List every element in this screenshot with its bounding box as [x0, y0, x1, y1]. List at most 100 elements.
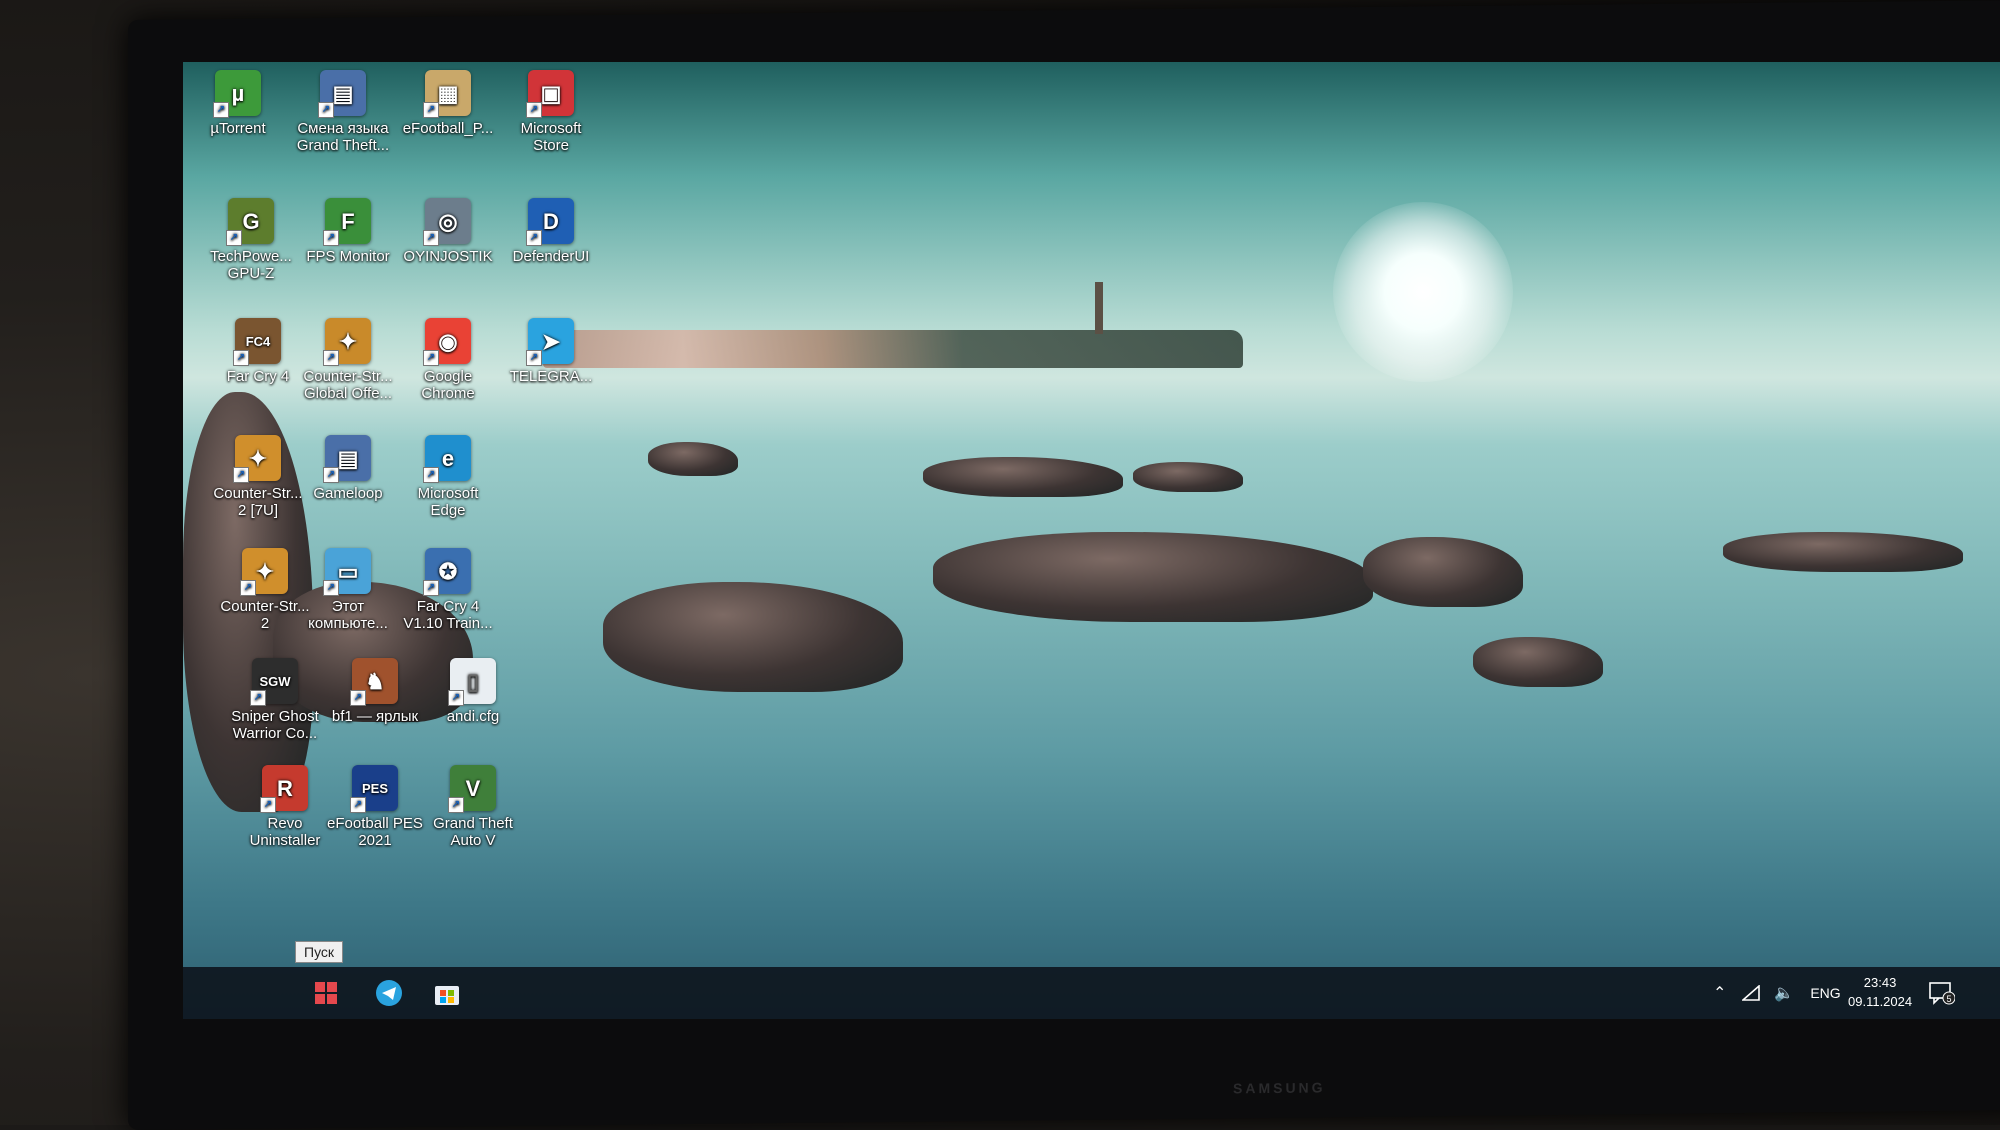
revo-uninstaller-icon: R ↗: [260, 765, 308, 813]
desktop-icon[interactable]: ◉ ↗ Google Chrome: [398, 318, 498, 428]
volume-icon[interactable]: 🔈: [1774, 983, 1794, 1003]
desktop-icon[interactable]: PES ↗ eFootball PES 2021: [325, 765, 425, 875]
desktop-icon-label: Google Chrome: [421, 368, 475, 402]
gpu-z-icon: G ↗: [226, 198, 274, 246]
desktop-icon[interactable]: R ↗ Revo Uninstaller: [235, 765, 335, 875]
desktop-icon[interactable]: ▣ ↗ Microsoft Store: [501, 70, 601, 180]
pes-2021-icon: PES ↗: [350, 765, 398, 813]
desktop-icon-label: Gameloop: [313, 485, 383, 502]
clock-time: 23:43: [1863, 975, 1897, 990]
desktop-icon-label: DefenderUI: [512, 248, 590, 265]
desktop-icon-label: eFootball PES 2021: [327, 815, 423, 849]
network-icon[interactable]: [1742, 985, 1761, 1001]
shortcut-arrow-icon: ↗: [233, 467, 249, 483]
shortcut-arrow-icon: ↗: [260, 797, 276, 813]
notification-icon: 5: [1929, 982, 1955, 1005]
wallpaper-rock: [1363, 537, 1523, 607]
desktop-icon-label: Far Cry 4: [226, 368, 290, 385]
system-tray: ⌃ 🔈 ENG: [1713, 967, 1861, 1019]
wallpaper-rock: [1133, 462, 1243, 492]
desktop-icon[interactable]: e ↗ Microsoft Edge: [398, 435, 498, 545]
shortcut-arrow-icon: ↗: [226, 230, 242, 246]
sniper-ghost-icon: SGW ↗: [250, 658, 298, 706]
desktop-icon[interactable]: ▤ ↗ Смена языка Grand Theft...: [293, 70, 393, 180]
desktop-icon-label: Sniper Ghost Warrior Co...: [231, 708, 319, 742]
desktop-icon[interactable]: ♞ ↗ bf1 — ярлык: [325, 658, 425, 768]
desktop-icon-label: Revo Uninstaller: [249, 815, 321, 849]
taskbar: ⌃ 🔈 ENG 23:43 09.11.2024 5: [183, 967, 2000, 1019]
this-pc-icon: ▭ ↗: [323, 548, 371, 596]
shortcut-arrow-icon: ↗: [213, 102, 229, 118]
shortcut-arrow-icon: ↗: [323, 230, 339, 246]
shortcut-arrow-icon: ↗: [318, 102, 334, 118]
shortcut-arrow-icon: ↗: [423, 580, 439, 596]
shortcut-arrow-icon: ↗: [350, 690, 366, 706]
clock-date: 09.11.2024: [1848, 994, 1913, 1009]
utorrent-icon: µ ↗: [213, 70, 261, 118]
chevron-up-icon[interactable]: ⌃: [1713, 983, 1726, 1003]
desktop-icon[interactable]: ✦ ↗ Counter-Str... 2 [7U]: [208, 435, 308, 545]
shortcut-arrow-icon: ↗: [448, 797, 464, 813]
trainer-icon: ✪ ↗: [423, 548, 471, 596]
desktop-icon-label: Counter-Str... Global Offe...: [303, 368, 393, 402]
shortcut-arrow-icon: ↗: [526, 102, 542, 118]
wallpaper-rock: [923, 457, 1123, 497]
notification-count: 5: [1946, 994, 1951, 1004]
notification-center-button[interactable]: 5: [1923, 975, 1961, 1011]
language-indicator[interactable]: ENG: [1810, 985, 1840, 1001]
desktop-icon[interactable]: ✪ ↗ Far Cry 4 V1.10 Train...: [398, 548, 498, 658]
desktop-icon-label: Counter-Str... 2 [7U]: [213, 485, 303, 519]
desktop-icon[interactable]: ▤ ↗ Gameloop: [298, 435, 398, 545]
shortcut-arrow-icon: ↗: [250, 690, 266, 706]
desktop-icon[interactable]: ✦ ↗ Counter-Str... Global Offe...: [298, 318, 398, 428]
gta-v-icon: V ↗: [448, 765, 496, 813]
desktop-screen: µ ↗ µTorrent ▤ ↗ Смена языка Grand Theft... ▦ ↗…: [183, 62, 2000, 1019]
taskbar-clock[interactable]: 23:43 09.11.2024: [1848, 973, 1912, 1011]
desktop-icon[interactable]: V ↗ Grand Theft Auto V: [423, 765, 523, 875]
desktop-icon-label: µTorrent: [210, 120, 266, 137]
wallpaper-rock: [933, 532, 1373, 622]
desktop-icon-label: Этот компьюте...: [308, 598, 388, 632]
desktop-icon-label: eFootball_P...: [402, 120, 494, 137]
desktop-icon-label: Microsoft Edge: [417, 485, 479, 519]
shortcut-arrow-icon: ↗: [448, 690, 464, 706]
desktop-icon[interactable]: F ↗ FPS Monitor: [298, 198, 398, 308]
counter-strike-2-icon: ✦ ↗: [240, 548, 288, 596]
desktop-icon-label: Grand Theft Auto V: [433, 815, 513, 849]
shortcut-arrow-icon: ↗: [423, 230, 439, 246]
desktop-icon[interactable]: G ↗ TechPowe... GPU-Z: [201, 198, 301, 308]
desktop-icon-label: Смена языка Grand Theft...: [296, 120, 390, 154]
desktop-icon[interactable]: ◎ ↗ OYINJOSTIK: [398, 198, 498, 308]
wallpaper-tower: [1095, 282, 1103, 334]
desktop-icon-label: TechPowe... GPU-Z: [210, 248, 292, 282]
desktop-icon[interactable]: ▭ ↗ Этот компьюте...: [298, 548, 398, 658]
desktop-icon[interactable]: D ↗ DefenderUI: [501, 198, 601, 308]
taskbar-telegram-button[interactable]: [370, 975, 408, 1011]
desktop-icon[interactable]: ▯ ↗ andi.cfg: [423, 658, 523, 768]
desktop-icon[interactable]: SGW ↗ Sniper Ghost Warrior Co...: [225, 658, 325, 768]
desktop-icon[interactable]: ▦ ↗ eFootball_P...: [398, 70, 498, 180]
shortcut-arrow-icon: ↗: [526, 230, 542, 246]
wallpaper-rock: [1723, 532, 1963, 572]
wallpaper-rock: [1473, 637, 1603, 687]
wallpaper-sun: [1333, 202, 1513, 382]
desktop-icon[interactable]: FC4 ↗ Far Cry 4: [208, 318, 308, 428]
wallpaper-rock: [648, 442, 738, 476]
desktop-icon-label: FPS Monitor: [306, 248, 390, 265]
desktop-icon[interactable]: µ ↗ µTorrent: [188, 70, 288, 180]
shortcut-arrow-icon: ↗: [526, 350, 542, 366]
taskbar-store-button[interactable]: [428, 975, 466, 1011]
shortcut-arrow-icon: ↗: [423, 467, 439, 483]
chrome-icon: ◉ ↗: [423, 318, 471, 366]
joystick-icon: ◎ ↗: [423, 198, 471, 246]
monitor-brand-logo: SAMSUNG: [1233, 1079, 1326, 1097]
desktop-icon[interactable]: ➤ ↗ TELEGRA...: [501, 318, 601, 428]
wallpaper-rock: [603, 582, 903, 692]
shortcut-arrow-icon: ↗: [423, 350, 439, 366]
counter-strike-icon: ✦ ↗: [233, 435, 281, 483]
shortcut-arrow-icon: ↗: [323, 350, 339, 366]
start-tooltip: Пуск: [295, 941, 344, 963]
far-cry-4-icon: FC4 ↗: [233, 318, 281, 366]
start-button[interactable]: [307, 975, 345, 1011]
csgo-icon: ✦ ↗: [323, 318, 371, 366]
